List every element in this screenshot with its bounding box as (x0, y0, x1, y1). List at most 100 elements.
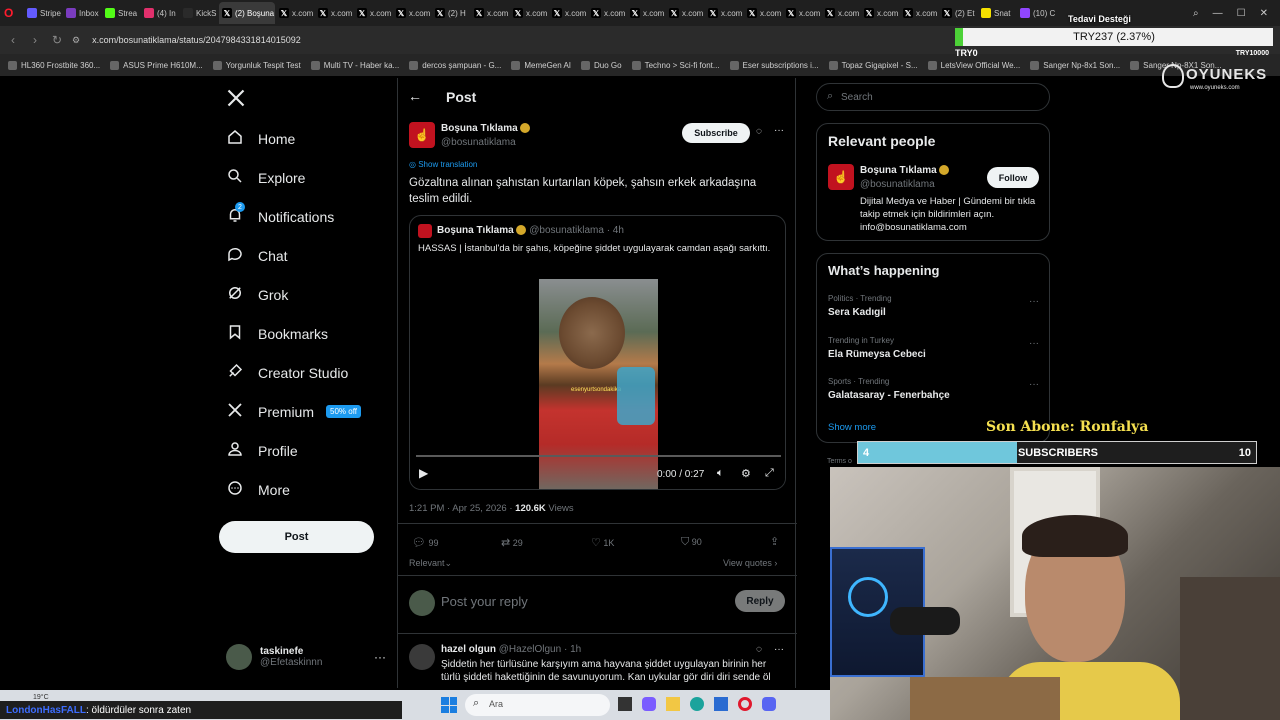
browser-tab[interactable]: 𝕏x.com (588, 2, 626, 24)
post-more-icon[interactable]: ··· (774, 125, 784, 136)
reply-button[interactable]: Reply (735, 590, 785, 612)
back-icon[interactable]: ‹ (4, 33, 22, 47)
discord-icon[interactable] (762, 697, 776, 711)
browser-tab[interactable]: KickS (180, 2, 218, 24)
bookmark-item[interactable]: Multi TV - Haber ka... (310, 60, 399, 70)
show-more-link[interactable]: Show more (828, 422, 876, 433)
nav-item-profile[interactable]: Profile (226, 440, 298, 461)
browser-tab[interactable]: 𝕏x.com (666, 2, 704, 24)
nav-item-grok[interactable]: Grok (226, 284, 288, 305)
reply-author-name[interactable]: hazel olgun (441, 644, 496, 655)
bookmark-item[interactable]: ASUS Prime H610M... (110, 60, 203, 70)
bookmark-item[interactable]: Techno > Sci-fi font... (631, 60, 720, 70)
bookmark-item[interactable]: Duo Go (581, 60, 622, 70)
nav-item-bookmarks[interactable]: Bookmarks (226, 323, 328, 344)
footer-terms-link[interactable]: Terms o (827, 458, 852, 465)
bookmark-item[interactable]: Yorgunluk Tespit Test (212, 60, 301, 70)
browser-tab[interactable]: Stripe (24, 2, 62, 24)
trend-item[interactable]: Politics · Trending Sera Kadıgil (828, 294, 892, 318)
browser-tab[interactable]: 𝕏x.com (276, 2, 314, 24)
nav-item-more[interactable]: More (226, 479, 290, 500)
sort-dropdown[interactable]: Relevant⌄ (409, 558, 452, 569)
browser-tab[interactable]: Inbox (63, 2, 101, 24)
browser-tab[interactable]: 𝕏x.com (471, 2, 509, 24)
site-info-icon[interactable]: ⚙ (72, 35, 80, 46)
reply-grok-icon[interactable]: ◌ (756, 644, 762, 655)
view-quotes-link[interactable]: View quotes › (723, 558, 777, 568)
opera-menu-button[interactable]: O (1, 2, 23, 24)
quoted-post[interactable]: Boşuna Tıklama @bosunatiklama · 4h HASSA… (409, 215, 786, 490)
browser-tab[interactable]: 𝕏x.com (549, 2, 587, 24)
share-icon[interactable]: ⇪ (770, 535, 779, 548)
bookmark-item[interactable]: Topaz Gigapixel - S... (828, 60, 918, 70)
more-options-icon[interactable]: ··· (374, 650, 386, 664)
file-explorer-icon[interactable] (666, 697, 680, 711)
browser-tab[interactable]: 𝕏x.com (510, 2, 548, 24)
browser-tab[interactable]: 𝕏x.com (393, 2, 431, 24)
person-name[interactable]: Boşuna Tıklama (860, 165, 937, 176)
search-box[interactable]: ⌕ Search (816, 83, 1050, 111)
nav-item-chat[interactable]: Chat (226, 245, 288, 266)
browser-tab[interactable]: 𝕏x.com (783, 2, 821, 24)
bookmark-item[interactable]: Eser subscriptions i... (729, 60, 819, 70)
repost-action[interactable]: ⇄ 29 (501, 536, 523, 549)
browser-tab[interactable]: 𝕏x.com (861, 2, 899, 24)
browser-tab[interactable]: 𝕏 (2) H (432, 2, 470, 24)
reply-author-avatar[interactable] (409, 644, 435, 670)
bookmark-item[interactable]: HL360 Frostbite 360... (8, 60, 100, 70)
volume-icon[interactable]: 🔈︎ (717, 467, 724, 480)
trend-item[interactable]: Sports · Trending Galatasaray - Fenerbahç… (828, 377, 950, 401)
show-translation-link[interactable]: Show translation (418, 160, 477, 169)
url-input[interactable]: x.com/bosunatiklama/status/2047984331814… (92, 35, 301, 45)
nav-item-notifications[interactable]: 2 Notifications (226, 202, 334, 227)
trend-more-icon[interactable]: ··· (1029, 338, 1039, 349)
play-icon[interactable]: ▶ (419, 466, 428, 480)
store-icon[interactable] (714, 697, 728, 711)
post-timestamp[interactable]: 1:21 PM · Apr 25, 2026 · (409, 503, 515, 514)
taskbar-search[interactable]: ⌕ Ara (465, 694, 610, 716)
browser-tab[interactable]: Strea (102, 2, 140, 24)
reply-action[interactable]: 💬︎ 99 (412, 536, 439, 549)
copilot-icon[interactable] (642, 697, 656, 711)
author-handle[interactable]: @bosunatiklama (441, 137, 516, 148)
author-avatar[interactable]: ☝ (409, 122, 435, 148)
search-input[interactable]: Search (841, 92, 873, 103)
nav-item-explore[interactable]: Explore (226, 167, 305, 188)
browser-tab[interactable]: 𝕏x.com (627, 2, 665, 24)
grok-icon[interactable]: ◌ (756, 126, 762, 137)
trend-more-icon[interactable]: ··· (1029, 379, 1039, 390)
settings-icon[interactable]: ⚙ (741, 467, 751, 480)
trend-more-icon[interactable]: ··· (1029, 296, 1039, 307)
fullscreen-icon[interactable]: ⤢ (765, 467, 774, 480)
forward-icon[interactable]: › (26, 33, 44, 47)
compose-post-button[interactable]: Post (219, 521, 374, 553)
nav-item-premium[interactable]: Premium 50% off (226, 401, 361, 422)
nav-item-creator-studio[interactable]: Creator Studio (226, 362, 348, 383)
subscribe-button[interactable]: Subscribe (682, 123, 750, 143)
x-logo-icon[interactable] (226, 88, 246, 108)
browser-tab[interactable]: 𝕏x.com (315, 2, 353, 24)
account-switcher[interactable]: taskinefe @Efetaskinnn ··· (226, 642, 386, 672)
browser-tab[interactable]: (4) In (141, 2, 179, 24)
browser-tab[interactable]: 𝕏x.com (744, 2, 782, 24)
browser-tab[interactable]: 𝕏x.com (822, 2, 860, 24)
follow-button[interactable]: Follow (987, 167, 1039, 188)
browser-tab[interactable]: 𝕏 (2) Boşuna (219, 2, 275, 24)
start-button[interactable] (441, 697, 457, 713)
browser-tab[interactable]: 𝕏x.com (354, 2, 392, 24)
task-view-icon[interactable] (618, 697, 632, 711)
reply-more-icon[interactable]: ··· (774, 644, 784, 655)
bookmark-action[interactable]: ⛉ 90 (681, 536, 702, 549)
person-avatar[interactable]: ☝ (828, 164, 854, 190)
browser-tab[interactable]: 𝕏x.com (900, 2, 938, 24)
author-name[interactable]: Boşuna Tıklama (441, 123, 518, 134)
video-progress-track[interactable] (416, 455, 781, 457)
like-action[interactable]: ♡ 1K (591, 536, 614, 549)
video-player[interactable]: esenyurtsondakika ▶ 0:00 / 0:27 🔈︎ ⚙ ⤢ (410, 279, 785, 489)
reload-icon[interactable]: ↻ (48, 33, 66, 47)
nav-item-home[interactable]: Home (226, 128, 295, 149)
back-arrow-icon[interactable]: ← (408, 88, 422, 104)
browser-tab[interactable]: 𝕏x.com (705, 2, 743, 24)
trend-item[interactable]: Trending in Turkey Ela Rümeysa Cebeci (828, 336, 926, 360)
edge-icon[interactable] (690, 697, 704, 711)
